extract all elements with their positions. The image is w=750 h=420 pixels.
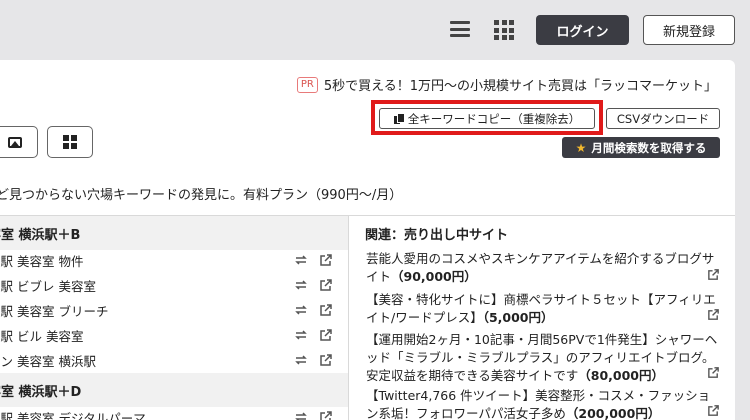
keyword-text[interactable]: 浜駅 美容室 デジタルパーマ — [0, 408, 146, 420]
external-link-icon[interactable] — [707, 268, 720, 281]
pr-line: PR 5秒で買える！1万円〜の小規模サイト売買は「ラッコマーケット」 — [296, 75, 717, 94]
grid-view-button[interactable] — [47, 126, 93, 158]
site-listing-text: 【運用開始2ヶ月・10記事・月間56PVで1件発生】シャワーヘッド「ミラブル・ミ… — [366, 332, 718, 383]
swap-icon[interactable] — [294, 410, 308, 420]
related-sites-header: 関連：売り出し中サイト — [349, 216, 735, 250]
grid-icon — [63, 135, 77, 149]
copy-icon — [393, 113, 404, 124]
site-listing[interactable]: 芸能人愛用のコスメやスキンケアアイテムを紹介するブログサイト（90,000円） — [366, 250, 720, 286]
keyword-text[interactable]: ラン 美容室 横浜駅 — [0, 351, 96, 370]
pr-badge: PR — [296, 76, 318, 93]
keyword-text[interactable]: 浜駅 美容室 物件 — [0, 251, 83, 270]
external-link-icon[interactable] — [319, 303, 333, 317]
keyword-group-header: 容室 横浜駅＋D — [0, 373, 348, 407]
keyword-row: 浜駅 ビル 美容室 — [0, 323, 348, 347]
keyword-text[interactable]: 浜駅 美容室 ブリーチ — [0, 301, 108, 320]
site-listing-price: （5,000円） — [482, 310, 554, 325]
external-link-icon[interactable] — [319, 253, 333, 267]
top-bar: ログイン 新規登録 — [0, 0, 750, 60]
monthly-search-volume-button[interactable]: ★ 月間検索数を取得する — [562, 137, 720, 158]
external-link-icon[interactable] — [707, 308, 720, 321]
site-listing-price: （200,000円） — [565, 406, 661, 420]
swap-icon[interactable] — [294, 328, 308, 342]
site-listing[interactable]: 【運用開始2ヶ月・10記事・月間56PVで1件発生】シャワーヘッド「ミラブル・ミ… — [366, 331, 720, 385]
hamburger-menu-icon[interactable] — [450, 21, 470, 37]
grid-apps-icon[interactable] — [494, 20, 514, 40]
swap-icon[interactable] — [294, 353, 308, 367]
external-link-icon[interactable] — [707, 404, 720, 417]
keyword-group-title: 容室 横浜駅＋B — [0, 227, 81, 243]
swap-icon[interactable] — [294, 253, 308, 267]
copy-all-keywords-button[interactable]: 全キーワードコピー（重複除去） — [379, 108, 595, 129]
keyword-text[interactable]: 浜駅 ビブレ 美容室 — [0, 276, 96, 295]
keyword-group-header: 容室 横浜駅＋B — [0, 216, 348, 250]
keyword-row: 浜駅 美容室 ブリーチ — [0, 298, 348, 322]
keyword-row: 浜駅 美容室 物件 — [0, 248, 348, 272]
star-icon: ★ — [575, 140, 587, 155]
swap-icon[interactable] — [294, 278, 308, 292]
swap-icon[interactable] — [294, 303, 308, 317]
image-view-button[interactable] — [0, 126, 38, 158]
site-listing-price: （90,000円） — [391, 269, 477, 284]
csv-download-button[interactable]: CSVダウンロード — [606, 108, 720, 129]
keyword-row: ラン 美容室 横浜駅 — [0, 348, 348, 372]
site-listing[interactable]: 【美容・特化サイトに】商標ペラサイト５セット【アフィリエイト/ワードプレス】（5… — [366, 291, 720, 327]
copy-all-keywords-label: 全キーワードコピー（重複除去） — [407, 111, 581, 126]
external-link-icon[interactable] — [319, 278, 333, 292]
keyword-row: 浜駅 ビブレ 美容室 — [0, 273, 348, 297]
external-link-icon[interactable] — [319, 353, 333, 367]
keyword-group-title: 容室 横浜駅＋D — [0, 384, 82, 400]
register-button[interactable]: 新規登録 — [643, 15, 735, 45]
related-sites-title: 関連：売り出し中サイト — [365, 227, 509, 243]
login-button[interactable]: ログイン — [536, 15, 629, 45]
monthly-search-volume-label: 月間検索数を取得する — [591, 140, 707, 155]
external-link-icon[interactable] — [707, 366, 720, 379]
paid-plan-promo: ど見つからない穴場キーワードの発見に。有料プラン（990円〜/月） — [0, 188, 403, 203]
site-listing[interactable]: 【Twitter4,766 件ツイート】美容整形・コスメ・ファッション系垢！フォ… — [366, 387, 720, 420]
external-link-icon[interactable] — [319, 328, 333, 342]
keyword-text[interactable]: 浜駅 ビル 美容室 — [0, 326, 83, 345]
main-card: PR 5秒で買える！1万円〜の小規模サイト売買は「ラッコマーケット」 全キーワー… — [0, 60, 735, 420]
pr-link[interactable]: 5秒で買える！1万円〜の小規模サイト売買は「ラッコマーケット」 — [324, 75, 717, 94]
keyword-row: 浜駅 美容室 デジタルパーマ — [0, 405, 348, 420]
site-listing-price: （80,000円） — [578, 368, 665, 383]
external-link-icon[interactable] — [319, 410, 333, 420]
image-icon — [8, 136, 22, 148]
